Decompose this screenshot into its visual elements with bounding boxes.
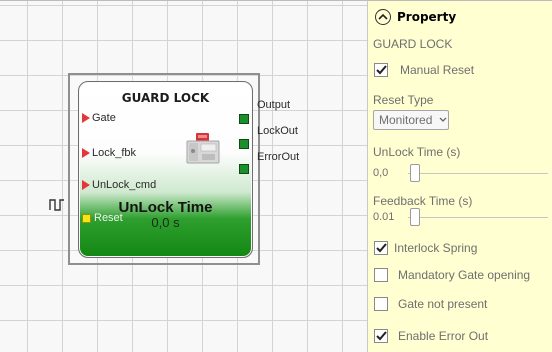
output-port-output[interactable] [239,114,249,124]
gate-not-present-checkbox-row[interactable]: Gate not present [374,297,487,311]
enable-error-out-checkbox-row[interactable]: Enable Error Out [374,329,488,343]
schematic-canvas[interactable]: GUARD LOCK Gate Lock_fbk UnLock_cmd Rese… [0,0,367,352]
feedback-time-slider-thumb[interactable] [410,208,420,226]
panel-header: Property [375,9,456,25]
output-port-lockout[interactable] [239,139,249,149]
block-title: GUARD LOCK [121,91,210,105]
manual-reset-checkbox[interactable] [374,63,388,77]
reset-type-select[interactable]: Monitored [373,110,449,130]
mandatory-gate-opening-label: Mandatory Gate opening [398,268,531,282]
manual-reset-label: Manual Reset [400,63,475,77]
input-port-gate[interactable]: Gate [82,111,116,125]
chevron-down-icon [439,117,447,122]
feedback-time-slider-track[interactable] [408,217,548,218]
input-port-arrow-icon [82,113,90,123]
interlock-spring-label: Interlock Spring [394,241,478,255]
checkmark-icon [375,243,387,253]
input-port-label: Gate [92,112,116,124]
interlock-spring-checkbox[interactable] [374,241,388,255]
input-port-label: Lock_fbk [92,147,137,159]
guard-lock-device-icon [186,133,220,164]
gate-not-present-label: Gate not present [398,297,488,311]
parameter-name: UnLock Time [118,199,213,216]
input-port-arrow-icon [82,148,90,158]
unlock-time-label: UnLock Time (s) [373,145,461,159]
unlock-time-slider-track[interactable] [408,173,548,174]
parameter-value: 0,0 s [151,215,180,230]
output-port-label-errorout: ErrorOut [257,151,300,163]
chevron-up-circle-icon[interactable] [375,9,391,25]
gate-not-present-checkbox[interactable] [374,297,388,311]
checkmark-icon [375,331,387,341]
component-name: GUARD LOCK [373,37,453,51]
reset-type-label: Reset Type [373,93,434,107]
input-port-label: UnLock_cmd [92,179,157,191]
input-port-arrow-icon [82,180,90,190]
feedback-time-label: Feedback Time (s) [373,194,473,208]
guard-lock-block[interactable]: GUARD LOCK Gate Lock_fbk UnLock_cmd Rese… [78,81,253,258]
reset-type-value: Monitored [379,113,433,127]
checkmark-icon [375,65,387,75]
enable-error-out-checkbox[interactable] [374,329,388,343]
output-port-errorout[interactable] [239,164,249,174]
feedback-time-value[interactable]: 0.01 [373,208,409,226]
manual-reset-checkbox-row[interactable]: Manual Reset [374,63,474,77]
input-port-lock-fbk[interactable]: Lock_fbk [82,146,136,160]
mandatory-gate-opening-checkbox-row[interactable]: Mandatory Gate opening [374,268,530,282]
enable-error-out-label: Enable Error Out [398,329,489,343]
output-port-label-lockout: LockOut [257,125,298,137]
unlock-time-value[interactable]: 0,0 [373,164,409,182]
mandatory-gate-opening-checkbox[interactable] [374,268,388,282]
unlock-time-slider-thumb[interactable] [410,164,420,182]
property-panel: Property GUARD LOCK Manual Reset Reset T… [367,0,552,352]
input-port-unlock-cmd[interactable]: UnLock_cmd [82,178,156,192]
panel-title: Property [397,10,457,24]
interlock-spring-checkbox-row[interactable]: Interlock Spring [374,241,477,255]
output-port-label-output: Output [257,99,291,111]
pulse-icon [49,199,64,211]
